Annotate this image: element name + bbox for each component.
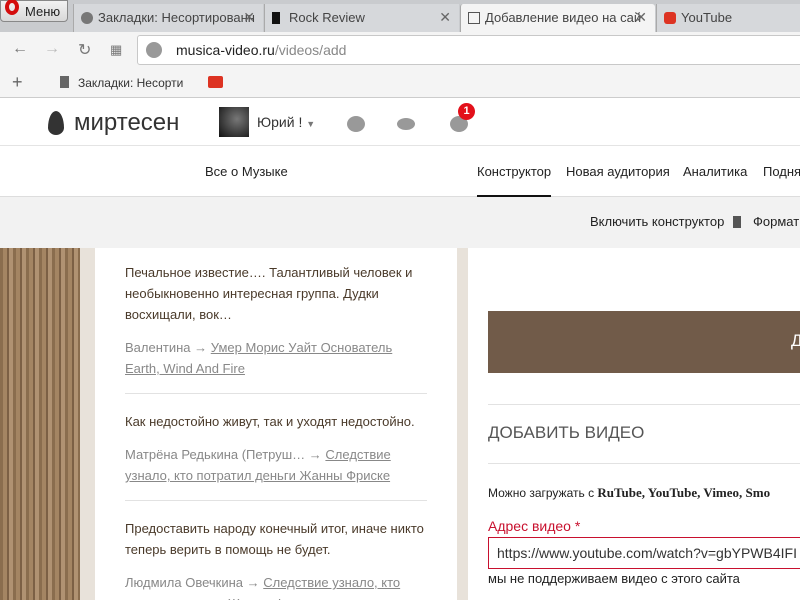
wood-background	[0, 248, 80, 600]
comment-author: Людмила Овечкина	[125, 575, 244, 590]
reload-icon[interactable]: ↻	[78, 40, 91, 60]
tab-title: Закладки: Несортированн	[98, 10, 255, 25]
note-sources: RuTube, YouTube, Vimeo, Smo	[597, 485, 771, 500]
divider	[488, 404, 800, 405]
page-icon	[60, 76, 69, 88]
nav-raise[interactable]: Подня	[763, 164, 800, 179]
comments-list: Печальное известие…. Талантливый человек…	[95, 248, 457, 600]
tab-title: Rock Review	[289, 10, 365, 25]
user-name: Юрий !	[257, 114, 303, 130]
youtube-bookmark-icon[interactable]	[208, 76, 223, 88]
video-url-label: Адрес видео *	[488, 518, 581, 534]
tab-youtube[interactable]: YouTube	[656, 4, 800, 32]
nav-constructor[interactable]: Конструктор	[477, 164, 552, 198]
eye-icon[interactable]	[397, 118, 415, 130]
comment-item: Предоставить народу конечный итог, иначе…	[125, 518, 427, 600]
format-icon	[733, 216, 741, 228]
comment-item: Как недостойно живут, так и уходят недос…	[125, 411, 427, 501]
comment-author: Валентина	[125, 340, 191, 355]
chat-icon[interactable]	[347, 116, 365, 132]
opera-menu-button[interactable]: Меню	[0, 0, 68, 22]
tab-title: Добавление видео на сай	[485, 10, 642, 25]
video-url-input[interactable]: https://www.youtube.com/watch?v=gbYPWB4I…	[488, 537, 800, 569]
banner: Д	[488, 311, 800, 373]
avatar[interactable]	[219, 107, 249, 137]
add-video-panel: Д ДОБАВИТЬ ВИДЕО Можно загружать с RuTub…	[468, 248, 800, 600]
url-path: /videos/add	[274, 42, 347, 58]
comment-item: Печальное известие…. Талантливый человек…	[125, 262, 427, 394]
constructor-bar: Включить конструктор Формат	[0, 197, 800, 248]
notification-badge: 1	[458, 103, 475, 120]
menu-label: Меню	[25, 4, 61, 19]
site-title-link[interactable]: Все о Музыке	[205, 164, 288, 179]
banner-text: Д	[791, 331, 800, 350]
tab-add-video[interactable]: Добавление видео на сай ✕	[460, 4, 655, 33]
enable-constructor-button[interactable]: Включить конструктор	[590, 214, 724, 229]
site-icon	[468, 12, 480, 24]
note-prefix: Можно загружать с	[488, 486, 598, 500]
youtube-icon	[664, 12, 676, 24]
comment-author: Матрёна Редькина (Петруш…	[125, 447, 306, 462]
back-icon[interactable]: ←	[12, 40, 28, 58]
speed-dial-icon[interactable]: ▦	[110, 42, 122, 58]
site-nav: Все о Музыке Конструктор Новая аудитория…	[0, 147, 800, 198]
nav-analytics[interactable]: Аналитика	[683, 164, 747, 179]
error-message: мы не поддерживаем видео с этого сайта	[488, 571, 740, 586]
url-host: musica-video.ru	[176, 42, 275, 58]
comment-text: Предоставить народу конечный итог, иначе…	[125, 521, 424, 557]
bookmark-item[interactable]: Закладки: Несортиро	[78, 76, 183, 90]
close-tab-icon[interactable]: ✕	[243, 9, 255, 26]
format-button[interactable]: Формат	[753, 214, 799, 229]
logo[interactable]: миртесен	[48, 109, 179, 137]
tab-bookmarks[interactable]: Закладки: Несортированн ✕	[73, 4, 263, 32]
add-bookmark-icon[interactable]: +	[12, 72, 23, 93]
tab-rock-review[interactable]: Rock Review ✕	[264, 4, 459, 32]
forward-icon[interactable]: →	[44, 40, 60, 58]
browser-toolbar: ← → ↻ ▦ musica-video.ru/videos/add	[0, 32, 800, 68]
divider	[488, 463, 800, 464]
flame-icon	[48, 111, 64, 135]
close-tab-icon[interactable]: ✕	[439, 9, 451, 26]
user-menu[interactable]: Юрий ! ▼	[257, 114, 315, 130]
comment-text: Как недостойно живут, так и уходят недос…	[125, 414, 415, 429]
nav-new-audience[interactable]: Новая аудитория	[566, 164, 670, 179]
chevron-down-icon: ▼	[306, 119, 316, 129]
opera-logo-icon	[5, 0, 19, 15]
comment-text: Печальное известие…. Талантливый человек…	[125, 265, 413, 322]
tab-bar: Меню Закладки: Несортированн ✕ Rock Revie…	[0, 0, 800, 33]
sources-note: Можно загружать с RuTube, YouTube, Vimeo…	[488, 485, 770, 501]
bookmarks-bar: + Закладки: Несортиро	[0, 68, 800, 98]
close-tab-icon[interactable]: ✕	[635, 9, 647, 26]
heart-icon	[81, 12, 93, 24]
rock-icon	[272, 12, 280, 24]
tab-title: YouTube	[681, 10, 733, 25]
globe-icon	[146, 42, 162, 58]
address-bar[interactable]: musica-video.ru/videos/add	[137, 35, 800, 65]
logo-text: миртесен	[74, 109, 180, 136]
form-title: ДОБАВИТЬ ВИДЕО	[488, 423, 645, 442]
